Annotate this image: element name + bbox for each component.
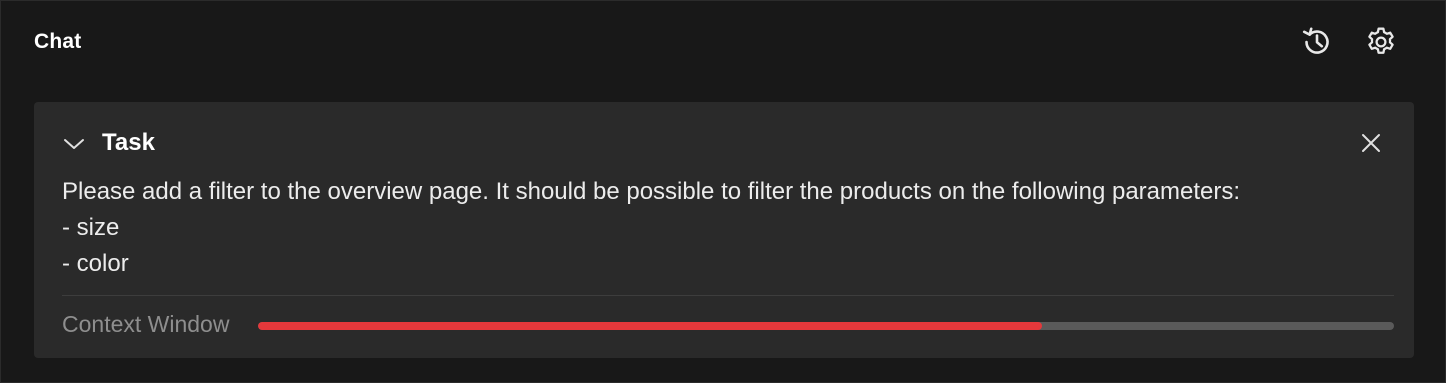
gear-icon bbox=[1368, 27, 1394, 54]
history-button[interactable] bbox=[1299, 24, 1335, 60]
context-window-label: Context Window bbox=[62, 311, 230, 337]
collapse-toggle[interactable] bbox=[62, 134, 86, 154]
chat-header: Chat bbox=[1, 1, 1446, 87]
close-icon bbox=[1362, 134, 1380, 152]
history-icon bbox=[1302, 27, 1329, 54]
task-line: Please add a filter to the overview page… bbox=[62, 178, 1241, 205]
panel-title: Chat bbox=[34, 30, 82, 53]
task-line: - size bbox=[62, 214, 120, 241]
context-window-progress-fill bbox=[258, 322, 1042, 330]
divider bbox=[62, 295, 1394, 296]
close-task-button[interactable] bbox=[1356, 128, 1386, 158]
chevron-down-icon bbox=[64, 139, 84, 149]
chat-panel: Chat Task Please add a filter to the ove… bbox=[0, 0, 1446, 383]
task-description: Please add a filter to the overview page… bbox=[62, 174, 1392, 282]
task-title: Task bbox=[102, 129, 155, 156]
task-line: - color bbox=[62, 250, 129, 277]
context-window-progress bbox=[258, 322, 1394, 330]
task-card: Task Please add a filter to the overview… bbox=[34, 102, 1414, 358]
settings-button[interactable] bbox=[1363, 24, 1399, 60]
